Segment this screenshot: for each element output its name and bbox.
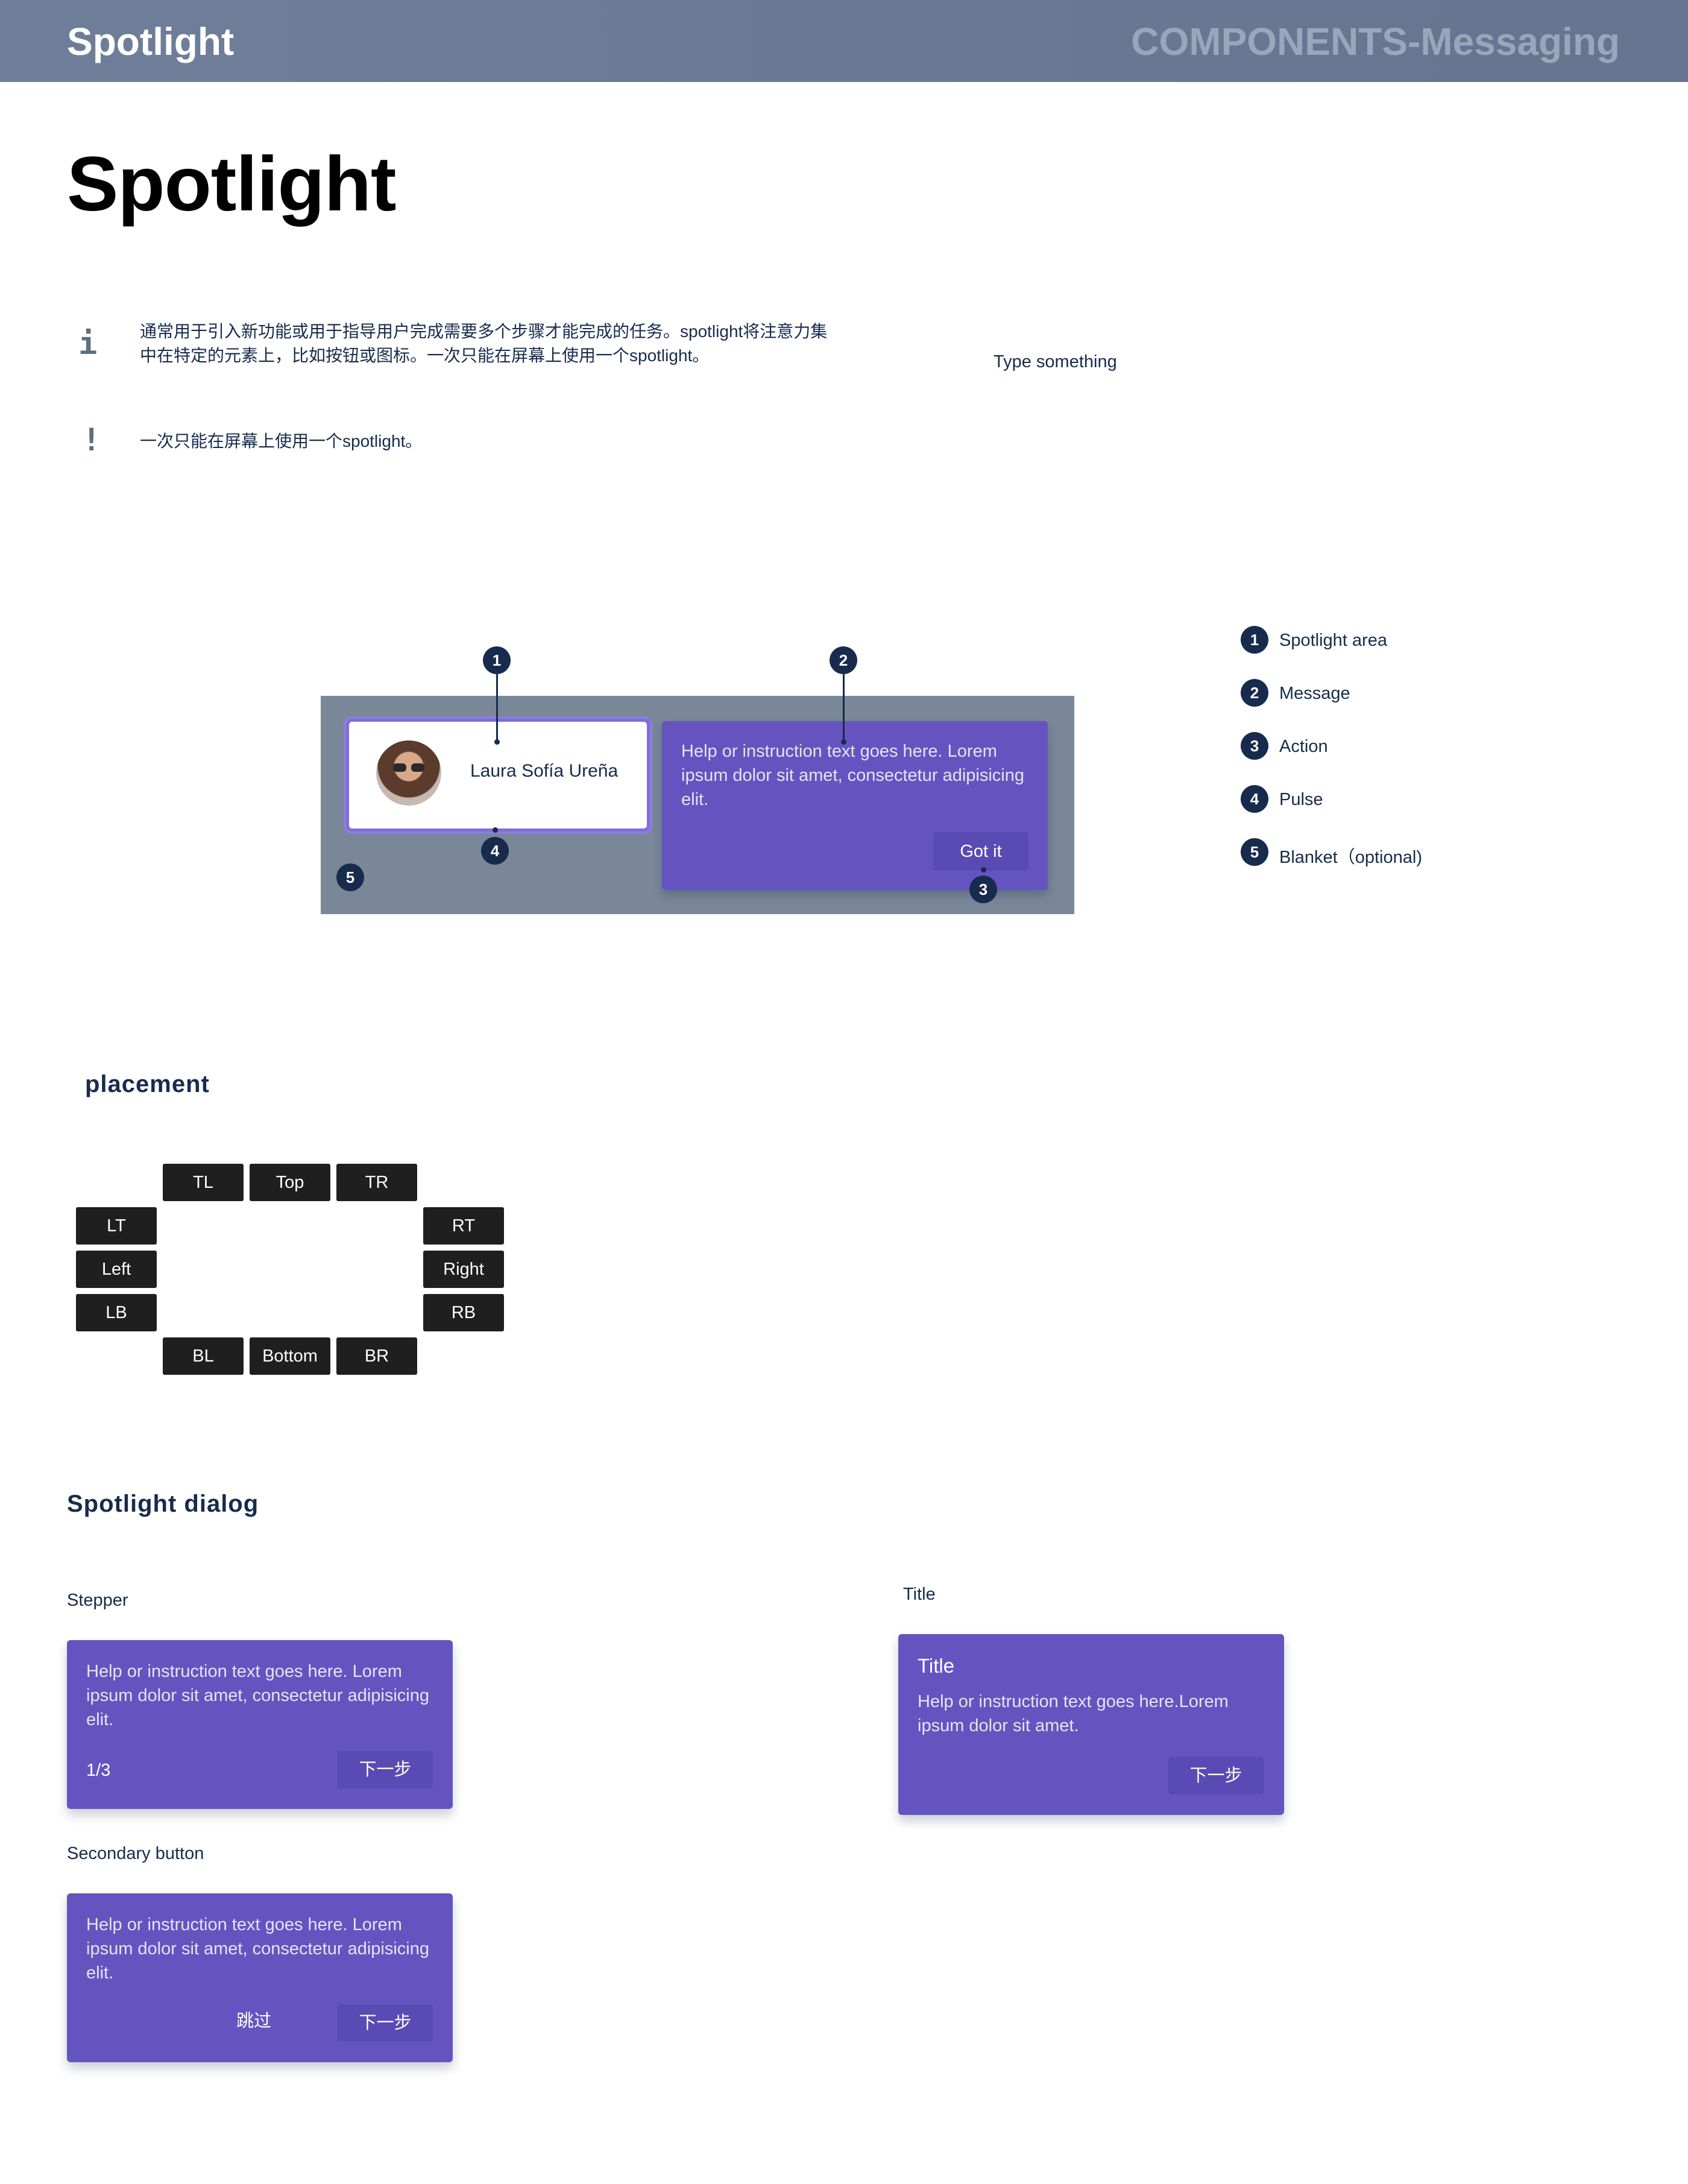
spotlight-user-name: Laura Sofía Ureña <box>470 761 619 781</box>
header-category: COMPONENTS-Messaging <box>1131 20 1620 63</box>
spotlight-dialog-heading: Spotlight dialog <box>67 1491 259 1517</box>
legend-label: Message <box>1279 684 1350 703</box>
legend-label: Blanket（optional) <box>1279 848 1422 867</box>
dialog-title: Title <box>918 1655 955 1677</box>
sunglasses-right-icon <box>411 763 424 772</box>
stepper-next-button[interactable]: 下一步 <box>338 1751 433 1788</box>
sunglasses-left-icon <box>393 763 406 772</box>
placement-rt-button[interactable]: RT <box>423 1207 504 1245</box>
skip-button[interactable]: 跳过 <box>236 2007 271 2032</box>
header-title: Spotlight <box>67 20 235 63</box>
spotlight-message-text: Help or instruction text goes here. Lore… <box>681 742 1024 809</box>
legend-label: Spotlight area <box>1279 631 1387 650</box>
avatar <box>376 740 441 806</box>
stepper-label: Stepper <box>67 1591 128 1610</box>
marker-2-dot <box>841 739 846 745</box>
placement-rb-button[interactable]: RB <box>423 1294 504 1331</box>
legend-marker: 1 <box>1241 626 1268 654</box>
marker-1-dot <box>494 739 500 745</box>
marker-1: 1 <box>483 646 511 674</box>
marker-5: 5 <box>336 863 364 891</box>
placement-left-button[interactable]: Left <box>76 1251 157 1288</box>
secondary-button-label: Secondary button <box>67 1844 204 1863</box>
legend-marker: 3 <box>1241 732 1268 760</box>
info-icon: i <box>78 326 98 362</box>
marker-2-leader <box>843 674 845 742</box>
legend-marker: 5 <box>1241 838 1268 866</box>
legend-marker: 4 <box>1241 785 1268 813</box>
placement-br-button[interactable]: BR <box>336 1337 417 1375</box>
title-next-button[interactable]: 下一步 <box>1168 1757 1264 1794</box>
placement-top-button[interactable]: Top <box>250 1164 330 1201</box>
got-it-button[interactable]: Got it <box>933 832 1028 871</box>
secondary-dialog-text: Help or instruction text goes here. Lore… <box>86 1915 429 1983</box>
marker-4-dot <box>493 827 498 833</box>
marker-3: 3 <box>969 876 997 903</box>
title-dialog-label: Title <box>903 1585 936 1604</box>
info-description: 通常用于引入新功能或用于指导用户完成需要多个步骤才能完成的任务。spotligh… <box>140 322 828 365</box>
page-title: Spotlight <box>67 141 396 227</box>
secondary-next-button[interactable]: 下一步 <box>338 2004 433 2042</box>
stepper-count: 1/3 <box>86 1761 111 1780</box>
marker-1-leader <box>496 674 498 742</box>
placement-right-button[interactable]: Right <box>423 1251 504 1288</box>
legend-label: Pulse <box>1279 790 1323 809</box>
placement-lt-button[interactable]: LT <box>76 1207 157 1245</box>
warning-description: 一次只能在屏幕上使用一个spotlight。 <box>140 432 423 450</box>
placement-heading: placement <box>85 1071 210 1097</box>
placeholder-text: Type something <box>994 352 1117 371</box>
marker-2: 2 <box>830 646 857 674</box>
placement-bl-button[interactable]: BL <box>163 1337 244 1375</box>
marker-3-dot <box>981 867 986 873</box>
placement-tr-button[interactable]: TR <box>336 1164 417 1201</box>
placement-bottom-button[interactable]: Bottom <box>250 1337 330 1375</box>
warning-icon: ! <box>82 422 101 458</box>
placement-tl-button[interactable]: TL <box>163 1164 244 1201</box>
title-dialog-text: Help or instruction text goes here.Lorem… <box>918 1692 1229 1735</box>
marker-4: 4 <box>481 837 509 865</box>
legend-label: Action <box>1279 737 1328 756</box>
legend-marker: 2 <box>1241 679 1268 707</box>
placement-lb-button[interactable]: LB <box>76 1294 157 1331</box>
stepper-dialog-text: Help or instruction text goes here. Lore… <box>86 1662 429 1729</box>
